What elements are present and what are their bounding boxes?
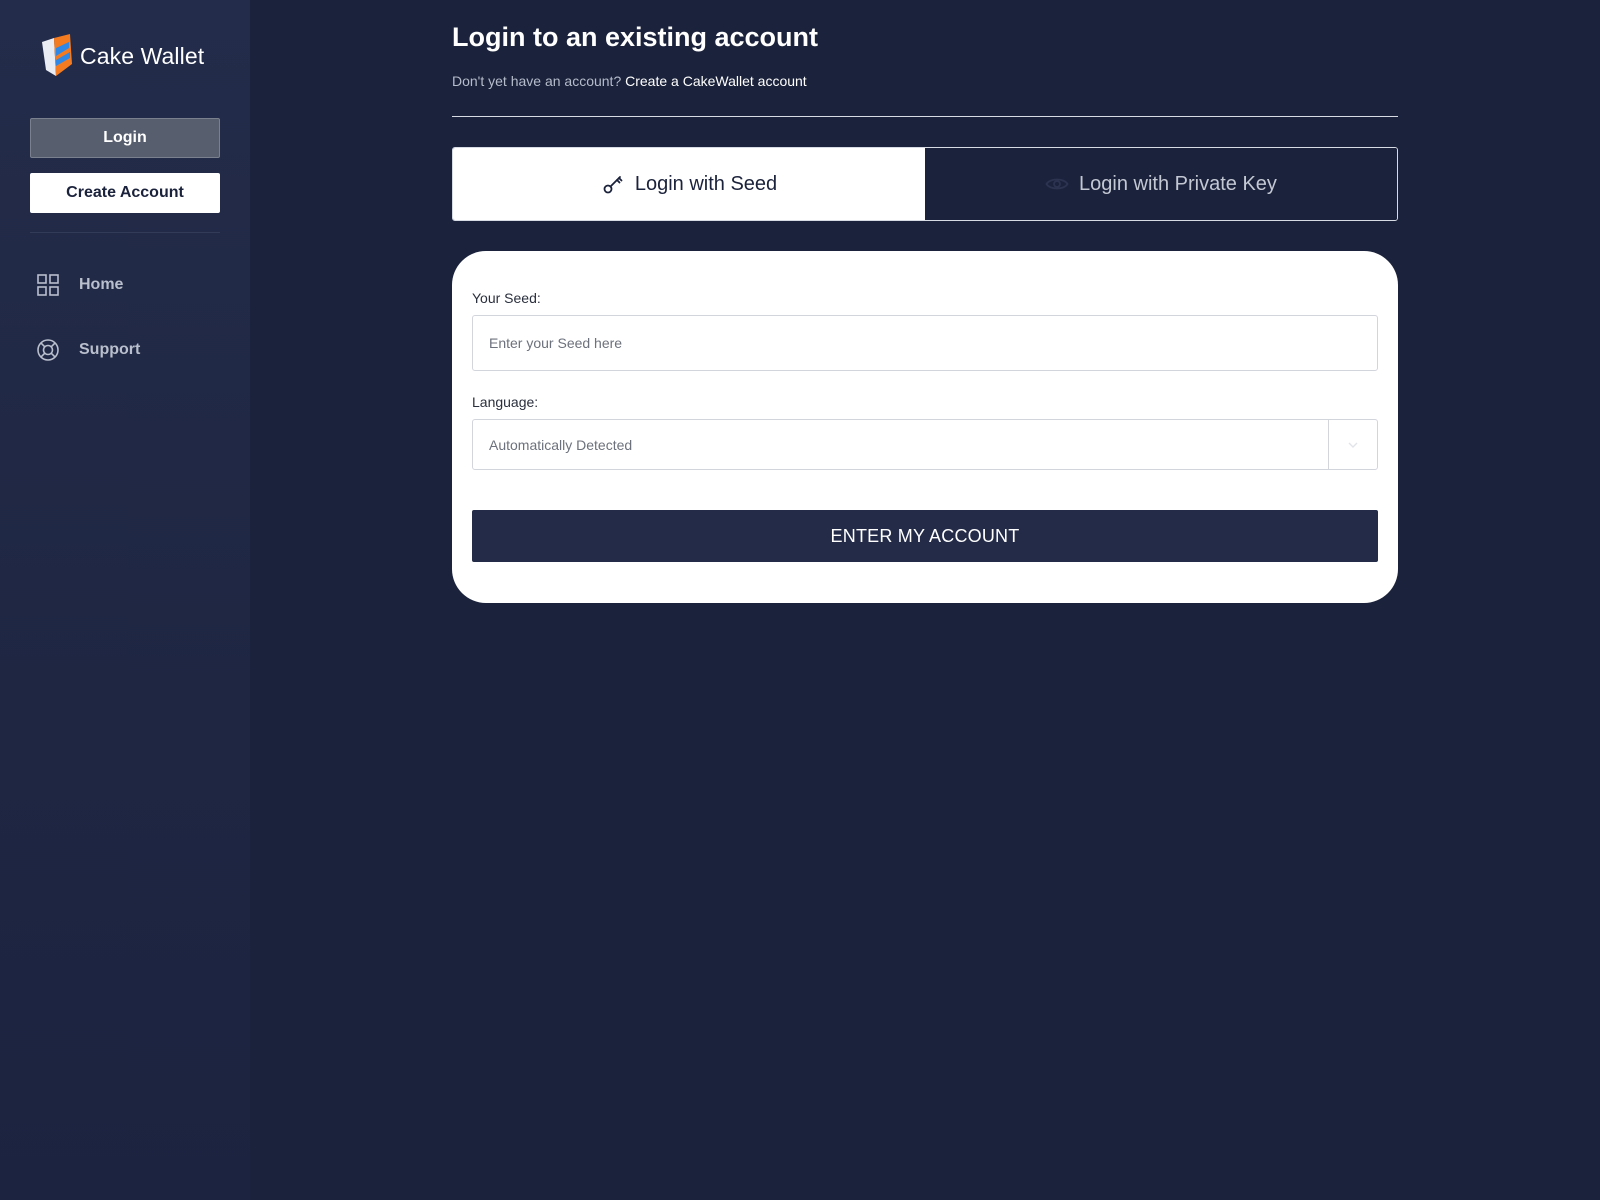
brand-name: Cake Wallet	[80, 42, 205, 69]
sidebar-item-label: Support	[79, 341, 141, 358]
select-caret[interactable]	[1328, 420, 1377, 469]
sidebar-divider	[30, 232, 220, 233]
seed-input[interactable]	[472, 315, 1378, 371]
key-icon	[603, 176, 623, 194]
sidebar: Cake Wallet Login Create Account Home Su…	[0, 0, 250, 1200]
brand-logo[interactable]: Cake Wallet	[42, 34, 204, 78]
sidebar-item-support[interactable]: Support	[36, 336, 140, 364]
language-field-label: Language:	[472, 394, 539, 410]
page-title: Login to an existing account	[452, 22, 819, 52]
tab-label: Login with Seed	[634, 172, 778, 195]
create-account-link[interactable]: Create a CakeWallet account	[625, 73, 807, 89]
header-divider	[452, 116, 1398, 117]
sidebar-item-home[interactable]: Home	[36, 271, 123, 299]
chevron-down-icon	[1348, 442, 1358, 448]
seed-field-label: Your Seed:	[472, 290, 541, 306]
tab-label: Login with Private Key	[1079, 172, 1277, 195]
login-method-tabs: Login with Seed Login with Private Key	[452, 147, 1398, 221]
eye-icon	[1045, 178, 1069, 190]
no-account-text: Don't yet have an account?	[452, 73, 622, 89]
language-selected-value: Automatically Detected	[489, 436, 633, 453]
cake-wallet-logo-icon	[42, 34, 72, 76]
tab-login-with-private-key[interactable]: Login with Private Key	[925, 148, 1397, 220]
enter-account-button[interactable]: ENTER MY ACCOUNT	[472, 510, 1378, 562]
no-account-prompt: Don't yet have an account? Create a Cake…	[452, 73, 807, 89]
tab-login-with-seed[interactable]: Login with Seed	[453, 148, 925, 220]
login-button[interactable]: Login	[30, 118, 220, 158]
create-account-button[interactable]: Create Account	[30, 173, 220, 213]
language-select[interactable]: Automatically Detected	[472, 419, 1378, 470]
lifebuoy-icon	[37, 339, 59, 361]
grid-icon	[37, 274, 59, 296]
sidebar-item-label: Home	[79, 276, 124, 293]
